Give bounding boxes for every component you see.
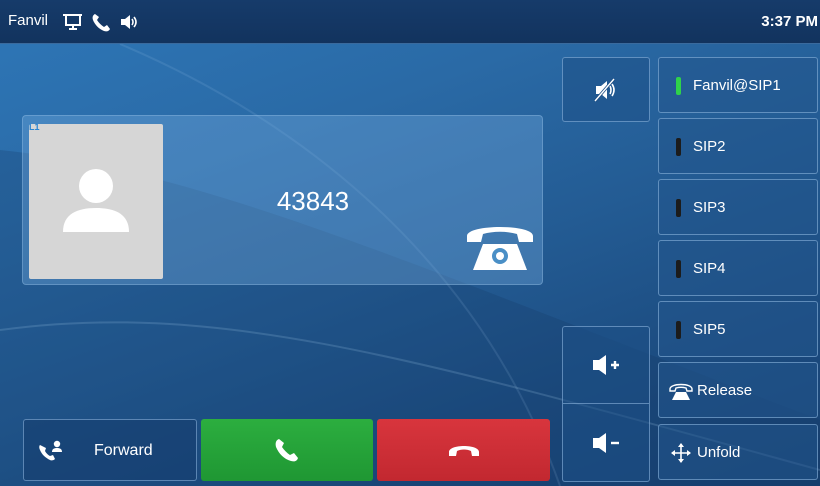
phone-screen: Fanvil 3:37 PM L1 43843 Fanvil@SIP1 SIP2… [0, 0, 820, 486]
forward-call-icon [39, 440, 62, 461]
line-tag: L1 [29, 122, 40, 132]
contact-avatar [29, 124, 163, 279]
mute-button[interactable] [562, 57, 650, 122]
call-card[interactable]: L1 43843 [22, 115, 543, 285]
reject-button[interactable] [377, 419, 550, 481]
move-arrows-icon [671, 443, 691, 463]
line-key-sip1[interactable]: Fanvil@SIP1 [658, 57, 818, 113]
caller-number: 43843 [276, 186, 350, 216]
unfold-label: Unfold [697, 444, 741, 461]
speaker-mute-icon [593, 77, 616, 102]
release-phone-icon [669, 383, 693, 400]
person-icon [63, 169, 129, 232]
line-key-sip5[interactable]: SIP5 [658, 301, 818, 357]
unfold-button[interactable]: Unfold [658, 424, 818, 480]
volume-control [562, 326, 650, 482]
answer-button[interactable] [201, 419, 373, 481]
release-button[interactable]: Release [658, 362, 818, 418]
line-key-sip4[interactable]: SIP4 [658, 240, 818, 296]
volume-down-button[interactable] [563, 404, 649, 481]
volume-up-button[interactable] [563, 327, 649, 404]
line-key-sip2[interactable]: SIP2 [658, 118, 818, 174]
line-status-led [676, 321, 681, 339]
volume-up-icon [593, 355, 619, 375]
line-status-led [676, 199, 681, 217]
monitor-icon [63, 14, 82, 30]
line-status-led [676, 77, 681, 95]
answer-phone-icon [275, 439, 298, 462]
phone-icon [92, 14, 110, 32]
forward-button[interactable]: Forward [23, 419, 197, 481]
line-key-sip3[interactable]: SIP3 [658, 179, 818, 235]
release-label: Release [697, 382, 753, 399]
desk-phone-icon [467, 227, 533, 270]
brand-label: Fanvil [8, 12, 49, 29]
speaker-icon [121, 15, 137, 29]
line-key-label: Fanvil@SIP1 [693, 77, 781, 94]
clock: 3:37 PM [761, 13, 818, 30]
status-bar: Fanvil 3:37 PM [0, 0, 820, 44]
line-key-label: SIP4 [693, 260, 726, 277]
line-status-led [676, 138, 681, 156]
forward-label: Forward [94, 442, 153, 459]
line-status-led [676, 260, 681, 278]
line-key-label: SIP3 [693, 199, 726, 216]
line-key-label: SIP2 [693, 138, 726, 155]
line-key-label: SIP5 [693, 321, 726, 338]
volume-down-icon [593, 432, 619, 453]
hangup-phone-icon [448, 446, 479, 456]
